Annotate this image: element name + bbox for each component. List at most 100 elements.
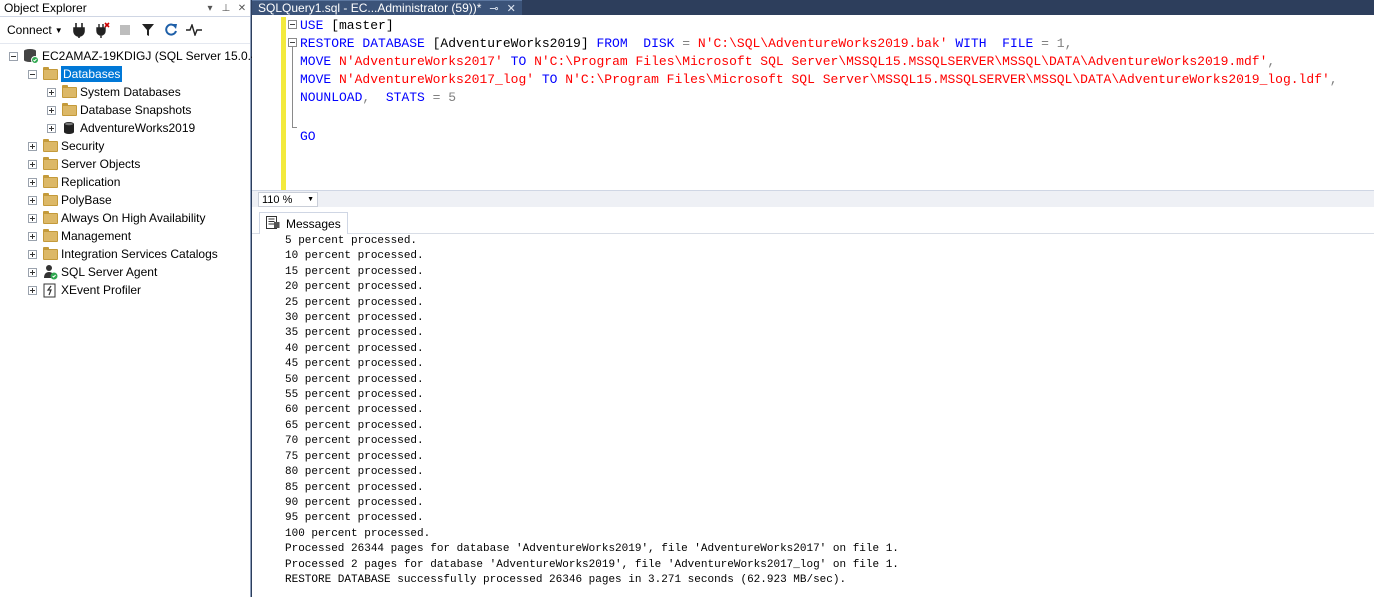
tree-node-system-databases[interactable]: System Databases: [47, 83, 181, 101]
close-tab-icon[interactable]: ✕: [507, 2, 516, 15]
object-explorer-title-bar: Object Explorer ▾ ⊥ ✕: [0, 0, 250, 17]
message-line: 15 percent processed.: [285, 265, 424, 278]
query-tab-title: SQLQuery1.sql - EC...Administrator (59))…: [258, 1, 482, 15]
window-position-dropdown-icon[interactable]: ▾: [202, 3, 218, 14]
refresh-icon[interactable]: [161, 20, 182, 40]
change-tracking-bar: [281, 17, 286, 190]
code-line-3: MOVE N'AdventureWorks2017' TO N'C:\Progr…: [300, 54, 1276, 69]
tree-label: Integration Services Catalogs: [61, 247, 218, 261]
expand-icon[interactable]: [47, 87, 56, 97]
collapse-region-icon[interactable]: [288, 20, 297, 29]
folder-icon: [42, 210, 58, 225]
tree-node-management[interactable]: Management: [28, 227, 131, 245]
query-tab[interactable]: SQLQuery1.sql - EC...Administrator (59))…: [252, 0, 522, 15]
document-area: SQLQuery1.sql - EC...Administrator (59))…: [252, 0, 1374, 597]
message-line: 100 percent processed.: [285, 527, 431, 540]
disconnect-icon[interactable]: [92, 20, 113, 40]
object-explorer-toolbar: Connect ▼: [0, 17, 250, 44]
message-line: 50 percent processed.: [285, 373, 424, 386]
filter-icon[interactable]: [138, 20, 159, 40]
messages-output: 5 percent processed. 10 percent processed…: [285, 234, 899, 588]
server-icon: [23, 49, 39, 64]
connect-dropdown-button[interactable]: Connect ▼: [3, 21, 67, 39]
message-line: 35 percent processed.: [285, 327, 424, 340]
expand-icon[interactable]: [28, 213, 37, 223]
message-line: 90 percent processed.: [285, 496, 424, 509]
code-line-7: GO: [300, 129, 316, 144]
tree-node-server-objects[interactable]: Server Objects: [28, 155, 140, 173]
message-line: 60 percent processed.: [285, 404, 424, 417]
editor-status-bar: 110 % ▼: [252, 190, 1374, 207]
tree-node-server[interactable]: EC2AMAZ-19KDIGJ (SQL Server 15.0.40: [9, 47, 264, 65]
close-panel-icon[interactable]: ✕: [234, 3, 250, 14]
message-line: 75 percent processed.: [285, 450, 424, 463]
expand-icon[interactable]: [28, 285, 37, 295]
collapse-icon[interactable]: [9, 51, 18, 61]
connect-label: Connect: [7, 23, 52, 37]
tree-node-databases[interactable]: Databases: [28, 65, 123, 83]
expand-icon[interactable]: [28, 141, 37, 151]
zoom-select[interactable]: 110 % ▼: [258, 192, 318, 207]
messages-icon: [266, 215, 280, 232]
folder-icon: [42, 174, 58, 189]
folder-icon: [42, 228, 58, 243]
tab-messages[interactable]: Messages: [259, 212, 348, 234]
expand-icon[interactable]: [47, 123, 56, 133]
object-explorer-panel: Object Explorer ▾ ⊥ ✕ Connect ▼ EC2AMAZ-…: [0, 0, 264, 597]
horizontal-scrollbar[interactable]: [320, 193, 1374, 206]
message-line: Processed 26344 pages for database 'Adve…: [285, 543, 899, 556]
expand-icon[interactable]: [28, 231, 37, 241]
message-line: 80 percent processed.: [285, 466, 424, 479]
expand-icon[interactable]: [28, 177, 37, 187]
tree-node-sql-server-agent[interactable]: SQL Server Agent: [28, 263, 157, 281]
collapse-icon[interactable]: [28, 69, 37, 79]
tree-label: Management: [61, 229, 132, 243]
message-line: 85 percent processed.: [285, 481, 424, 494]
auto-hide-pin-icon[interactable]: ⊥: [218, 3, 234, 14]
code-line-2: RESTORE DATABASE [AdventureWorks2019] FR…: [300, 36, 1073, 51]
message-line: 65 percent processed.: [285, 419, 424, 432]
activity-monitor-icon[interactable]: [184, 20, 205, 40]
chevron-down-icon: ▼: [54, 25, 63, 35]
expand-icon[interactable]: [28, 249, 37, 259]
code-line-1: USE [master]: [300, 18, 394, 33]
tree-node-adventureworks2019[interactable]: AdventureWorks2019: [47, 119, 195, 137]
expand-icon[interactable]: [28, 159, 37, 169]
message-line: 30 percent processed.: [285, 312, 424, 325]
tree-label: SQL Server Agent: [61, 265, 158, 279]
tree-label: Databases: [61, 66, 123, 82]
tree-label: System Databases: [80, 85, 181, 99]
message-line: 5 percent processed.: [285, 235, 418, 247]
tree-label: XEvent Profiler: [61, 283, 142, 297]
message-line: 70 percent processed.: [285, 435, 424, 448]
message-line: 45 percent processed.: [285, 358, 424, 371]
tree-node-always-on[interactable]: Always On High Availability: [28, 209, 206, 227]
tree-node-xevent-profiler[interactable]: XEvent Profiler: [28, 281, 141, 299]
tree-label: PolyBase: [61, 193, 112, 207]
tree-label: EC2AMAZ-19KDIGJ (SQL Server 15.0.40: [42, 49, 265, 63]
query-editor[interactable]: USE [master] RESTORE DATABASE [Adventure…: [252, 15, 1374, 190]
tree-label: Security: [61, 139, 105, 153]
folder-icon: [42, 156, 58, 171]
zoom-value: 110 %: [262, 193, 293, 206]
tree-node-integration-services[interactable]: Integration Services Catalogs: [28, 245, 218, 263]
message-line: 25 percent processed.: [285, 296, 424, 309]
pin-tab-icon[interactable]: ⊸: [489, 2, 498, 15]
expand-icon[interactable]: [47, 105, 56, 115]
chevron-down-icon: ▼: [307, 196, 314, 203]
tree-node-replication[interactable]: Replication: [28, 173, 120, 191]
stop-icon[interactable]: [115, 20, 136, 40]
database-icon: [61, 121, 77, 135]
expand-icon[interactable]: [28, 195, 37, 205]
message-line: 10 percent processed.: [285, 250, 424, 263]
collapse-region-icon[interactable]: [288, 38, 297, 47]
tree-node-database-snapshots[interactable]: Database Snapshots: [47, 101, 191, 119]
document-tab-strip: SQLQuery1.sql - EC...Administrator (59))…: [252, 0, 1374, 15]
editor-margin: [252, 15, 280, 190]
tab-messages-label: Messages: [286, 216, 341, 231]
message-line: 55 percent processed.: [285, 389, 424, 402]
tree-node-security[interactable]: Security: [28, 137, 104, 155]
connect-icon[interactable]: [69, 20, 90, 40]
tree-node-polybase[interactable]: PolyBase: [28, 191, 112, 209]
expand-icon[interactable]: [28, 267, 37, 277]
